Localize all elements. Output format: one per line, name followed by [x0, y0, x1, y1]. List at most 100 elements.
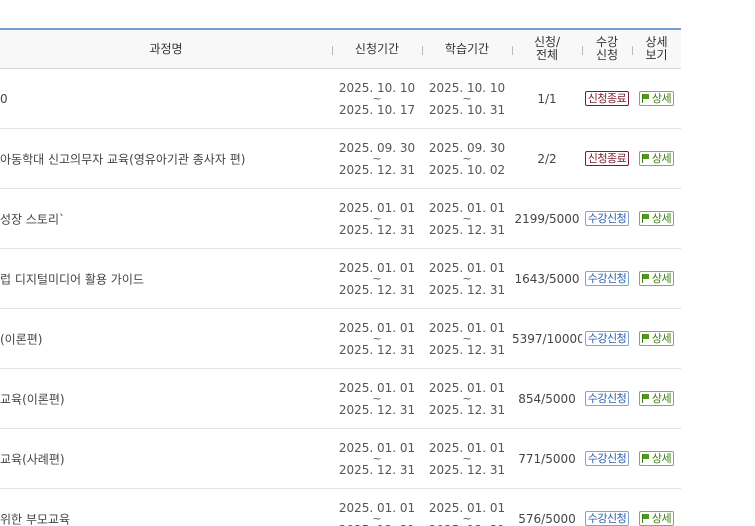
apply-end-date: 2025. 10. 17	[339, 104, 415, 116]
detail-button-label: 상세	[652, 332, 671, 345]
apply-range-tilde: ~	[372, 154, 381, 164]
study-range-tilde: ~	[462, 214, 471, 224]
apply-range-tilde: ~	[372, 214, 381, 224]
enroll-status-button[interactable]: 수강신청	[585, 391, 629, 406]
header-detail-line2: 보기	[632, 49, 681, 62]
course-title-cell[interactable]: (이론편)	[0, 309, 332, 369]
apply-period-cell: 2025. 01. 01 ~ 2025. 12. 31	[332, 429, 422, 489]
apply-period-cell: 2025. 01. 01 ~ 2025. 12. 31	[332, 489, 422, 526]
applied-total-count: 1643/5000	[514, 272, 579, 286]
enroll-status-button[interactable]: 신청종료	[585, 91, 629, 106]
course-title-cell[interactable]: 아동학대 신고의무자 교육(영유아기관 종사자 편)	[0, 129, 332, 189]
study-range-tilde: ~	[462, 334, 471, 344]
detail-button[interactable]: 상세	[639, 451, 674, 466]
apply-range-tilde: ~	[372, 274, 381, 284]
course-title-cell[interactable]: 성장 스토리`	[0, 189, 332, 249]
table-row: 럽 디지털미디어 활용 가이드 2025. 01. 01 ~ 2025. 12.…	[0, 249, 681, 309]
detail-button[interactable]: 상세	[639, 91, 674, 106]
detail-button-label: 상세	[652, 512, 671, 525]
header-course-title: 과정명	[0, 30, 332, 69]
header-detail: 상세 보기	[632, 30, 681, 69]
detail-button[interactable]: 상세	[639, 211, 674, 226]
study-end-date: 2025. 12. 31	[429, 344, 505, 356]
apply-period-cell: 2025. 09. 30 ~ 2025. 12. 31	[332, 129, 422, 189]
enroll-status-button[interactable]: 수강신청	[585, 211, 629, 226]
applied-total-count: 854/5000	[518, 392, 576, 406]
applied-total-cell: 771/5000	[512, 429, 582, 489]
detail-cell: 상세	[632, 69, 681, 129]
table-row: 교육(사례편) 2025. 01. 01 ~ 2025. 12. 31 2025…	[0, 429, 681, 489]
applied-total-cell: 1643/5000	[512, 249, 582, 309]
course-title-cell[interactable]: 0	[0, 69, 332, 129]
enroll-cell: 수강신청	[582, 309, 632, 369]
course-title[interactable]: 아동학대 신고의무자 교육(영유아기관 종사자 편)	[0, 150, 332, 167]
course-title-cell[interactable]: 교육(사례편)	[0, 429, 332, 489]
apply-period-cell: 2025. 01. 01 ~ 2025. 12. 31	[332, 369, 422, 429]
detail-button[interactable]: 상세	[639, 331, 674, 346]
detail-button[interactable]: 상세	[639, 271, 674, 286]
apply-end-date: 2025. 12. 31	[339, 404, 415, 416]
course-title-cell[interactable]: 위한 부모교육	[0, 489, 332, 526]
study-period-cell: 2025. 01. 01 ~ 2025. 12. 31	[422, 369, 512, 429]
detail-button-label: 상세	[652, 392, 671, 405]
table-row: (이론편) 2025. 01. 01 ~ 2025. 12. 31 2025. …	[0, 309, 681, 369]
course-title[interactable]: 0	[0, 92, 332, 106]
detail-cell: 상세	[632, 369, 681, 429]
apply-period-cell: 2025. 01. 01 ~ 2025. 12. 31	[332, 249, 422, 309]
enroll-status-button[interactable]: 신청종료	[585, 151, 629, 166]
course-title-cell[interactable]: 교육(이론편)	[0, 369, 332, 429]
study-range-tilde: ~	[462, 154, 471, 164]
detail-button-label: 상세	[652, 212, 671, 225]
apply-end-date: 2025. 12. 31	[339, 164, 415, 176]
study-period-cell: 2025. 01. 01 ~ 2025. 12. 31	[422, 309, 512, 369]
apply-range-tilde: ~	[372, 394, 381, 404]
detail-button-label: 상세	[652, 272, 671, 285]
applied-total-cell: 576/5000	[512, 489, 582, 526]
applied-total-cell: 1/1	[512, 69, 582, 129]
detail-button[interactable]: 상세	[639, 151, 674, 166]
course-title[interactable]: 교육(사례편)	[0, 450, 332, 467]
table-row: 성장 스토리` 2025. 01. 01 ~ 2025. 12. 31 2025…	[0, 189, 681, 249]
course-title[interactable]: 럽 디지털미디어 활용 가이드	[0, 270, 332, 287]
table-header-row: 과정명 신청기간 학습기간 신청/ 전체 수강 신청 상세 보기	[0, 30, 681, 69]
course-title[interactable]: 교육(이론편)	[0, 390, 332, 407]
enroll-cell: 수강신청	[582, 489, 632, 526]
enroll-status-button[interactable]: 수강신청	[585, 271, 629, 286]
applied-total-count: 2/2	[537, 152, 556, 166]
flag-icon	[642, 214, 650, 223]
detail-cell: 상세	[632, 429, 681, 489]
flag-icon	[642, 94, 650, 103]
enroll-status-button[interactable]: 수강신청	[585, 331, 629, 346]
applied-total-count: 576/5000	[518, 512, 576, 526]
apply-range-tilde: ~	[372, 514, 381, 524]
course-title[interactable]: (이론편)	[0, 330, 332, 347]
apply-period-cell: 2025. 01. 01 ~ 2025. 12. 31	[332, 309, 422, 369]
flag-icon	[642, 394, 650, 403]
detail-cell: 상세	[632, 129, 681, 189]
study-range-tilde: ~	[462, 454, 471, 464]
study-period-cell: 2025. 01. 01 ~ 2025. 12. 31	[422, 489, 512, 526]
course-list: 과정명 신청기간 학습기간 신청/ 전체 수강 신청 상세 보기 0	[0, 28, 681, 526]
detail-cell: 상세	[632, 249, 681, 309]
study-end-date: 2025. 12. 31	[429, 224, 505, 236]
header-enroll: 수강 신청	[582, 30, 632, 69]
study-end-date: 2025. 12. 31	[429, 404, 505, 416]
detail-button-label: 상세	[652, 452, 671, 465]
enroll-cell: 수강신청	[582, 369, 632, 429]
header-enroll-line2: 신청	[582, 49, 632, 62]
study-range-tilde: ~	[462, 274, 471, 284]
detail-cell: 상세	[632, 189, 681, 249]
applied-total-count: 1/1	[537, 92, 556, 106]
study-period-cell: 2025. 01. 01 ~ 2025. 12. 31	[422, 249, 512, 309]
enroll-status-button[interactable]: 수강신청	[585, 451, 629, 466]
enroll-cell: 수강신청	[582, 189, 632, 249]
applied-total-cell: 2/2	[512, 129, 582, 189]
header-apply-period: 신청기간	[332, 30, 422, 69]
course-title[interactable]: 성장 스토리`	[0, 210, 332, 227]
apply-range-tilde: ~	[372, 454, 381, 464]
course-title-cell[interactable]: 럽 디지털미디어 활용 가이드	[0, 249, 332, 309]
detail-button[interactable]: 상세	[639, 391, 674, 406]
applied-total-cell: 854/5000	[512, 369, 582, 429]
course-table: 과정명 신청기간 학습기간 신청/ 전체 수강 신청 상세 보기 0	[0, 30, 681, 526]
apply-end-date: 2025. 12. 31	[339, 284, 415, 296]
